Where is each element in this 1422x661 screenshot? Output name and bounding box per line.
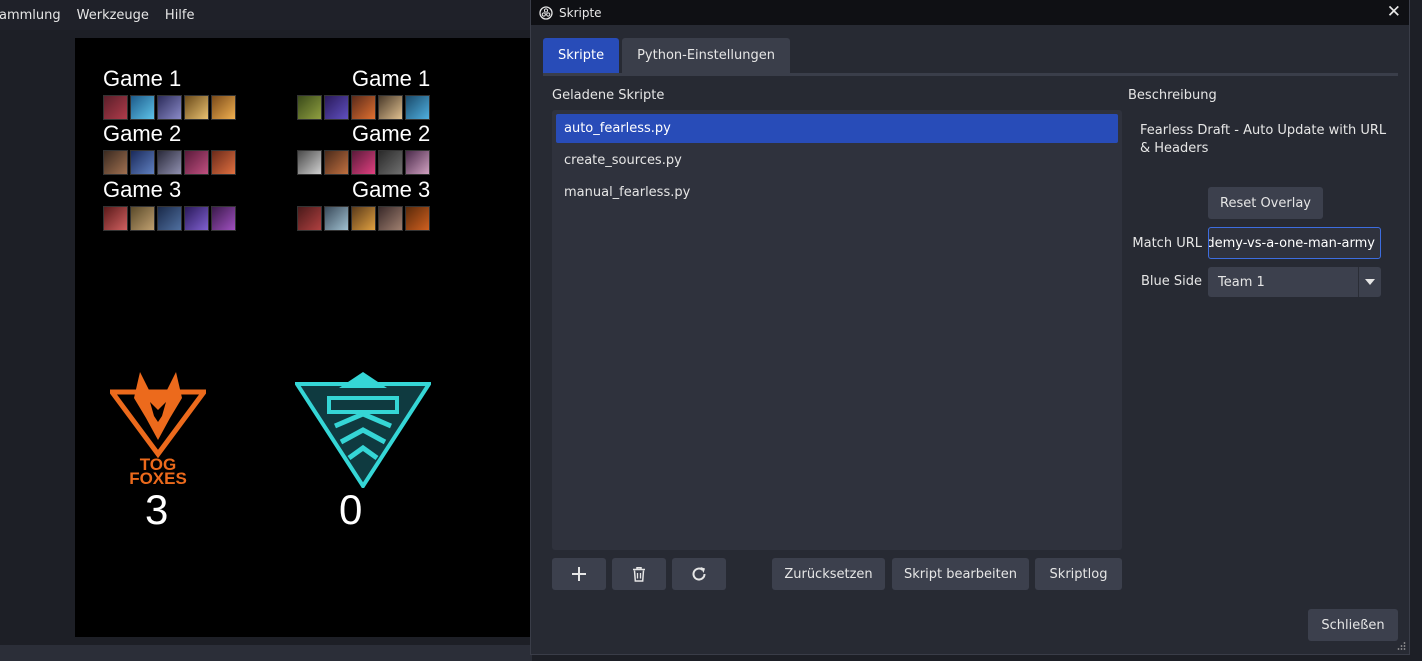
champion-portrait — [324, 95, 349, 120]
champion-portrait — [103, 206, 128, 231]
add-icon — [572, 567, 586, 581]
tab-skripte[interactable]: Skripte — [543, 38, 620, 73]
champion-portrait — [211, 206, 236, 231]
champion-portrait — [211, 95, 236, 120]
left-game-3-champions — [103, 206, 236, 231]
blue-side-label: Blue Side — [1140, 274, 1202, 289]
champion-portrait — [184, 95, 209, 120]
menu-item-hilfe[interactable]: Hilfe — [157, 8, 203, 23]
champion-portrait — [351, 150, 376, 175]
champion-portrait — [351, 95, 376, 120]
description-label: Beschreibung — [1128, 88, 1217, 103]
scripts-dialog: Skripte ✕ Skripte Python-Einstellungen G… — [530, 0, 1410, 655]
match-url-input[interactable]: ademy-vs-a-one-man-army — [1208, 227, 1381, 259]
resize-grip-icon[interactable] — [1396, 641, 1406, 651]
champion-portrait — [378, 95, 403, 120]
dialog-tabs: Skripte Python-Einstellungen — [543, 38, 790, 73]
reset-overlay-button[interactable]: Reset Overlay — [1208, 187, 1323, 219]
match-url-label: Match URL — [1132, 236, 1202, 251]
close-button[interactable]: Schließen — [1308, 609, 1398, 641]
champion-portrait — [405, 206, 430, 231]
blue-side-value: Team 1 — [1218, 274, 1265, 290]
left-game-2-champions — [103, 150, 236, 175]
right-game-3-label: Game 3 — [352, 177, 431, 202]
list-item[interactable]: auto_fearless.py — [556, 114, 1118, 143]
main-menubar: ammlung Werkzeuge Hilfe — [0, 0, 532, 30]
champion-portrait — [297, 206, 322, 231]
champion-portrait — [103, 95, 128, 120]
match-url-value: ademy-vs-a-one-man-army — [1208, 235, 1375, 251]
champion-portrait — [351, 206, 376, 231]
right-team-score: 0 — [339, 486, 363, 533]
tab-divider — [543, 73, 1398, 76]
dialog-title: Skripte — [559, 5, 602, 20]
champion-portrait — [103, 150, 128, 175]
left-game-1-champions — [103, 95, 236, 120]
obs-logo-icon — [539, 5, 553, 20]
right-game-1-champions — [297, 95, 430, 120]
edit-script-button[interactable]: Skript bearbeiten — [892, 558, 1029, 590]
scene-preview[interactable]: Game 1 Game 2 Game 3 Game 1 Game 2 Game … — [75, 38, 533, 637]
close-icon[interactable]: ✕ — [1387, 2, 1401, 22]
champion-portrait — [405, 150, 430, 175]
right-team-logo — [295, 372, 431, 488]
chevron-down-icon — [1358, 267, 1381, 297]
right-game-2-champions — [297, 150, 430, 175]
champion-portrait — [184, 206, 209, 231]
champion-portrait — [130, 95, 155, 120]
blue-side-select[interactable]: Team 1 — [1208, 267, 1381, 297]
script-log-button[interactable]: Skriptlog — [1035, 558, 1122, 590]
menu-item-werkzeuge[interactable]: Werkzeuge — [69, 8, 157, 23]
loaded-scripts-label: Geladene Skripte — [552, 88, 665, 103]
reload-script-button[interactable] — [672, 558, 726, 590]
champion-portrait — [157, 150, 182, 175]
champion-portrait — [130, 150, 155, 175]
menu-item-sammlung[interactable]: ammlung — [0, 8, 69, 23]
tog-foxes-logo: TOG FOXES — [110, 372, 206, 484]
add-script-button[interactable] — [552, 558, 606, 590]
list-item[interactable]: create_sources.py — [556, 146, 1118, 175]
right-game-1-label: Game 1 — [352, 66, 431, 91]
champion-portrait — [130, 206, 155, 231]
script-list[interactable]: auto_fearless.py create_sources.py manua… — [552, 110, 1122, 550]
reset-button[interactable]: Zurücksetzen — [772, 558, 885, 590]
left-team-score: 3 — [145, 486, 169, 533]
reload-icon — [692, 567, 706, 581]
remove-script-button[interactable] — [612, 558, 666, 590]
champion-portrait — [378, 206, 403, 231]
dialog-titlebar: Skripte ✕ — [531, 0, 1409, 25]
right-game-2-label: Game 2 — [352, 121, 431, 146]
svg-text:FOXES: FOXES — [129, 469, 187, 484]
left-game-2-label: Game 2 — [103, 121, 182, 146]
right-game-3-champions — [297, 206, 430, 231]
champion-portrait — [324, 150, 349, 175]
champion-portrait — [157, 206, 182, 231]
champion-portrait — [378, 150, 403, 175]
left-game-1-label: Game 1 — [103, 66, 182, 91]
champion-portrait — [297, 95, 322, 120]
left-game-3-label: Game 3 — [103, 177, 182, 202]
champion-portrait — [324, 206, 349, 231]
champion-portrait — [297, 150, 322, 175]
tab-python-einstellungen[interactable]: Python-Einstellungen — [622, 38, 790, 73]
champion-portrait — [184, 150, 209, 175]
script-description: Fearless Draft - Auto Update with URL & … — [1140, 123, 1387, 156]
champion-portrait — [157, 95, 182, 120]
champion-portrait — [211, 150, 236, 175]
trash-icon — [633, 567, 645, 582]
main-window-bottom-bar — [0, 645, 532, 661]
champion-portrait — [405, 95, 430, 120]
list-item[interactable]: manual_fearless.py — [556, 178, 1118, 207]
